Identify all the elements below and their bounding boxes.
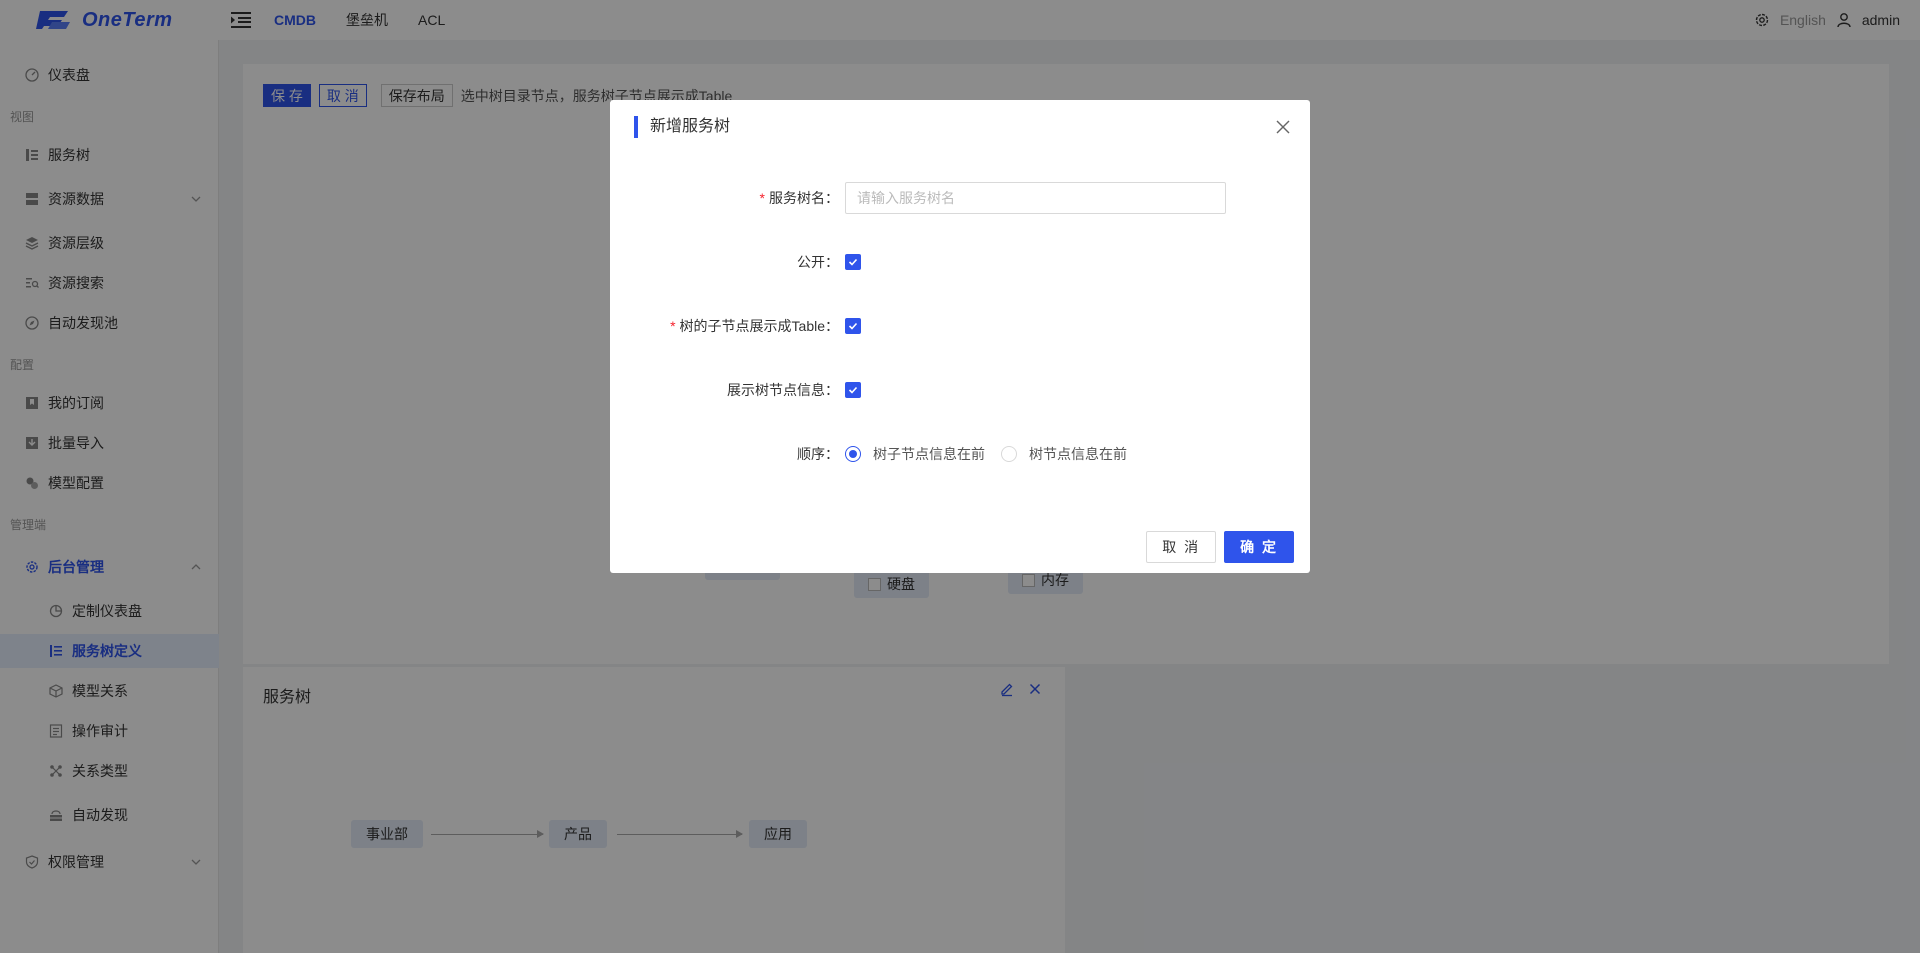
- radio-label[interactable]: 树节点信息在前: [1029, 444, 1127, 464]
- add-service-tree-modal: 新增服务树 *服务树名： 公开： *树的子节点展示成Table： 展示树节点信息…: [610, 100, 1310, 573]
- modal-title: 新增服务树: [634, 116, 730, 138]
- check-icon: [848, 322, 858, 330]
- form-row-table: * 树的子节点展示成Table：: [610, 310, 1310, 342]
- ok-button[interactable]: 确 定: [1224, 531, 1294, 563]
- show-node-info-checkbox[interactable]: [845, 382, 861, 398]
- check-icon: [848, 386, 858, 394]
- check-icon: [848, 258, 858, 266]
- table-label: * 树的子节点展示成Table：: [670, 318, 839, 334]
- order-radio-node-first[interactable]: [1001, 446, 1017, 462]
- service-tree-name-input[interactable]: [845, 182, 1226, 214]
- show-info-label: 展示树节点信息：: [727, 382, 839, 398]
- form-row-name: * 服务树名：: [610, 182, 1310, 214]
- public-label: 公开：: [797, 254, 839, 270]
- show-as-table-checkbox[interactable]: [845, 318, 861, 334]
- order-radio-children-first[interactable]: [845, 446, 861, 462]
- cancel-button[interactable]: 取 消: [1146, 531, 1217, 563]
- radio-label[interactable]: 树子节点信息在前: [873, 444, 985, 464]
- name-label: * 服务树名：: [759, 190, 839, 206]
- close-icon[interactable]: [1274, 118, 1292, 136]
- public-checkbox[interactable]: [845, 254, 861, 270]
- order-radio-group: 树子节点信息在前 树节点信息在前: [845, 444, 1143, 464]
- form-row-order: 顺序： 树子节点信息在前 树节点信息在前: [610, 438, 1310, 470]
- form-row-show-info: 展示树节点信息：: [610, 374, 1310, 406]
- order-label: 顺序：: [797, 446, 839, 462]
- form-row-public: 公开：: [610, 246, 1310, 278]
- modal-footer: 取 消 确 定: [1146, 531, 1294, 563]
